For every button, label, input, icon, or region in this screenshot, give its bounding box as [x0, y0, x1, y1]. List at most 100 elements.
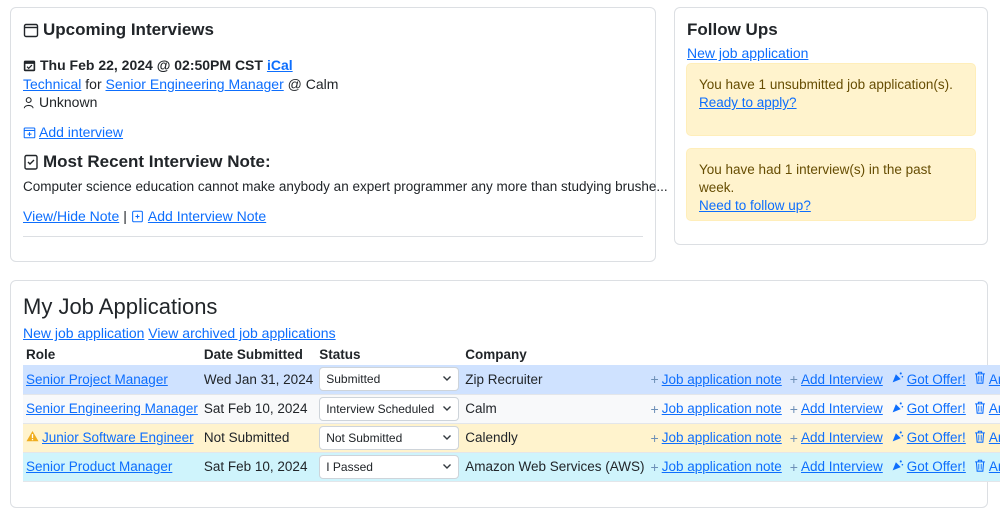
job-note-link[interactable]: Job application note	[662, 401, 782, 416]
table-row: Senior Engineering Manager Sat Feb 10, 2…	[23, 394, 1000, 424]
date-cell: Wed Jan 31, 2024	[200, 365, 317, 395]
company-cell: Calm	[462, 394, 648, 424]
view-hide-note-link[interactable]: View/Hide Note	[23, 208, 119, 224]
add-interview-action[interactable]: + Add Interview	[790, 430, 883, 446]
add-interview-link[interactable]: Add interview	[39, 124, 123, 140]
chevron-down-icon	[442, 402, 452, 416]
status-select[interactable]: Submitted	[319, 367, 460, 392]
add-interview-row-link[interactable]: Add Interview	[801, 430, 883, 445]
need-to-follow-up-link[interactable]: Need to follow up?	[699, 198, 811, 213]
got-offer-action[interactable]: Got Offer!	[891, 430, 966, 446]
archive-action[interactable]: Archive	[974, 371, 1000, 387]
followups-new-application-link[interactable]: New job application	[687, 45, 808, 61]
add-interview-row-link[interactable]: Add Interview	[801, 459, 883, 474]
job-applications-title: My Job Applications	[23, 294, 218, 319]
archive-link[interactable]: Archive	[989, 372, 1000, 387]
chevron-down-icon	[442, 460, 452, 474]
job-applications-table: Role Date Submitted Status Company Senio…	[23, 345, 1000, 482]
add-interview-row-link[interactable]: Add Interview	[801, 372, 883, 387]
recent-note-heading: Most Recent Interview Note:	[23, 152, 271, 172]
status-select[interactable]: I Passed	[319, 454, 460, 479]
company-cell: Zip Recruiter	[462, 365, 648, 395]
recent-note-text: Computer science education cannot make a…	[23, 179, 668, 194]
warning-icon	[26, 430, 39, 445]
status-select[interactable]: Not Submitted	[319, 425, 460, 450]
job-note-action[interactable]: + Job application note	[651, 459, 782, 475]
plus-icon: +	[650, 371, 659, 388]
view-archived-link[interactable]: View archived job applications	[148, 325, 335, 341]
status-select[interactable]: Interview Scheduled	[319, 396, 460, 421]
interview-datetime-row: Thu Feb 22, 2024 @ 02:50PM CST iCal	[23, 57, 293, 73]
new-job-application-link[interactable]: New job application	[23, 325, 144, 341]
got-offer-link[interactable]: Got Offer!	[907, 430, 966, 445]
interview-type-link[interactable]: Technical	[23, 76, 81, 92]
add-interview-action[interactable]: + Add Interview	[790, 459, 883, 475]
add-interview-action[interactable]: + Add Interview	[790, 401, 883, 417]
interviewer-name: Unknown	[39, 94, 98, 110]
party-icon	[891, 371, 904, 387]
chevron-down-icon	[442, 372, 452, 386]
recent-note-title: Most Recent Interview Note:	[43, 152, 271, 171]
row-actions: + Job application note + Add Interview Got…	[651, 459, 1000, 475]
job-note-link[interactable]: Job application note	[662, 372, 782, 387]
ready-to-apply-link[interactable]: Ready to apply?	[699, 95, 797, 110]
row-actions: + Job application note + Add Interview Got…	[651, 401, 1000, 417]
company-cell: Amazon Web Services (AWS)	[462, 452, 648, 482]
plus-icon: +	[789, 458, 798, 475]
interview-role-link[interactable]: Senior Engineering Manager	[106, 76, 284, 92]
calendar-icon	[23, 22, 39, 38]
archive-link[interactable]: Archive	[989, 430, 1000, 445]
calendar-check-icon	[23, 59, 36, 72]
archive-action[interactable]: Archive	[974, 430, 1000, 446]
got-offer-link[interactable]: Got Offer!	[907, 459, 966, 474]
role-link[interactable]: Junior Software Engineer	[42, 430, 194, 445]
upcoming-interviews-card: Upcoming Interviews Thu Feb 22, 2024 @ 0…	[10, 7, 668, 262]
note-plus-icon	[131, 210, 144, 223]
company-cell: Calendly	[462, 423, 648, 453]
job-note-action[interactable]: + Job application note	[651, 430, 782, 446]
got-offer-link[interactable]: Got Offer!	[907, 372, 966, 387]
date-cell: Sat Feb 10, 2024	[200, 394, 317, 424]
plus-icon: +	[789, 371, 798, 388]
archive-action[interactable]: Archive	[974, 401, 1000, 417]
role-link[interactable]: Senior Product Manager	[26, 459, 172, 474]
table-row: Senior Product Manager Sat Feb 10, 2024 …	[23, 452, 1000, 482]
status-value: Submitted	[326, 372, 381, 387]
row-actions: + Job application note + Add Interview Got…	[651, 430, 1000, 446]
got-offer-action[interactable]: Got Offer!	[891, 401, 966, 417]
job-note-action[interactable]: + Job application note	[651, 401, 782, 417]
role-link[interactable]: Senior Project Manager	[26, 372, 168, 387]
note-actions-separator: |	[123, 208, 127, 224]
add-interview-link-row[interactable]: Add interview	[23, 124, 123, 140]
column-header-role: Role	[26, 347, 56, 362]
archive-action[interactable]: Archive	[974, 459, 1000, 475]
note-actions: View/Hide Note | Add Interview Note	[23, 208, 266, 224]
plus-icon: +	[650, 458, 659, 475]
row-actions: + Job application note + Add Interview Got…	[651, 371, 1000, 387]
plus-icon: +	[650, 429, 659, 446]
role-cell-warning: Junior Software Engineer	[26, 430, 194, 445]
ical-link[interactable]: iCal	[267, 57, 293, 73]
job-note-link[interactable]: Job application note	[662, 430, 782, 445]
add-interview-action[interactable]: + Add Interview	[790, 371, 883, 387]
plus-icon: +	[789, 429, 798, 446]
job-note-action[interactable]: + Job application note	[651, 371, 782, 387]
plus-icon: +	[789, 400, 798, 417]
trash-icon	[974, 430, 986, 446]
date-cell: Sat Feb 10, 2024	[200, 452, 317, 482]
archive-link[interactable]: Archive	[989, 459, 1000, 474]
add-interview-note-link[interactable]: Add Interview Note	[148, 208, 266, 224]
status-value: Interview Scheduled	[326, 401, 435, 416]
party-icon	[891, 430, 904, 446]
role-link[interactable]: Senior Engineering Manager	[26, 401, 198, 416]
got-offer-action[interactable]: Got Offer!	[891, 371, 966, 387]
party-icon	[891, 401, 904, 417]
got-offer-action[interactable]: Got Offer!	[891, 459, 966, 475]
job-note-link[interactable]: Job application note	[662, 459, 782, 474]
archive-link[interactable]: Archive	[989, 401, 1000, 416]
got-offer-link[interactable]: Got Offer!	[907, 401, 966, 416]
add-interview-row-link[interactable]: Add Interview	[801, 401, 883, 416]
date-cell: Not Submitted	[200, 423, 317, 453]
plus-icon: +	[650, 400, 659, 417]
interview-company-text: @ Calm	[287, 76, 339, 92]
